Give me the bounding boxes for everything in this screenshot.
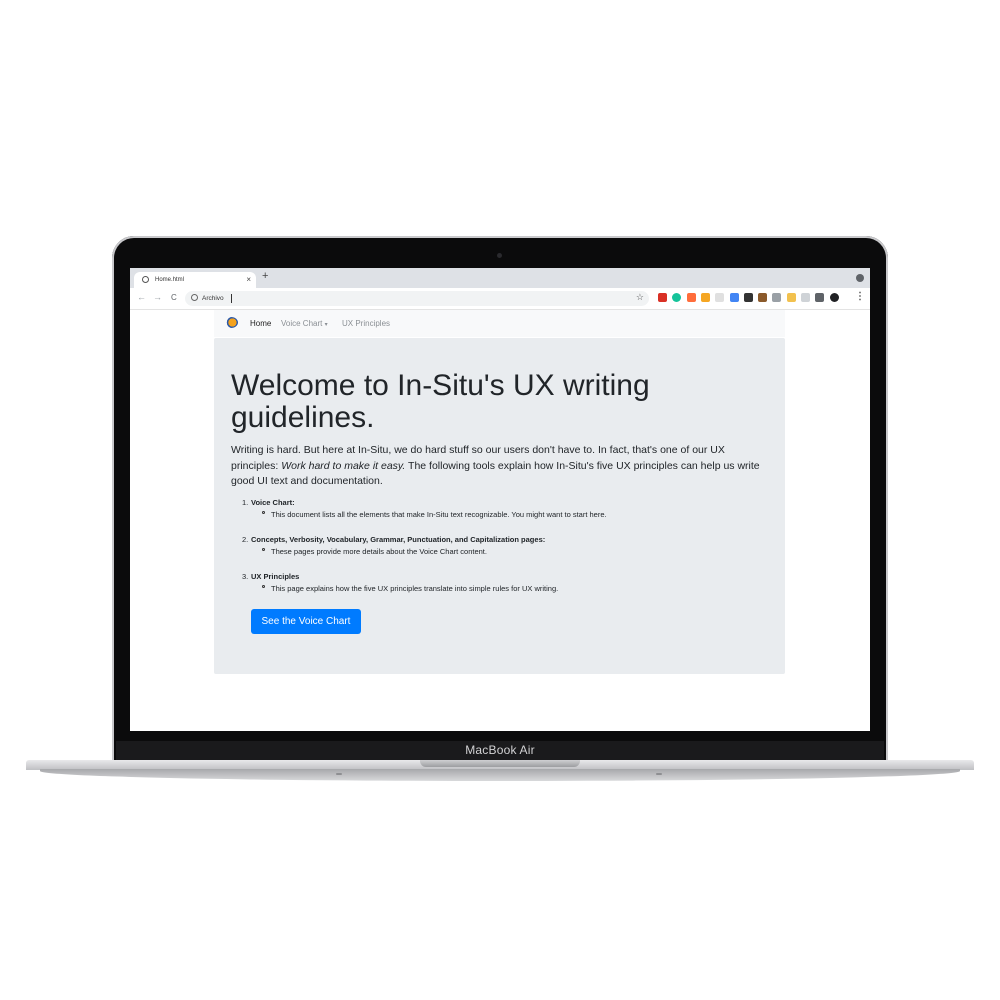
- list-number: 3.: [242, 572, 249, 581]
- address-bar[interactable]: Archivo ☆: [185, 291, 649, 306]
- nav-voice-chart[interactable]: Voice Chart ▾: [281, 319, 328, 328]
- info-icon[interactable]: [191, 294, 198, 301]
- nav-voice-chart-label: Voice Chart: [281, 319, 323, 328]
- hero-section: Welcome to In-Situ's UX writing guidelin…: [214, 338, 785, 674]
- extension-yellow-icon[interactable]: [700, 293, 710, 302]
- bullet-icon: [262, 585, 265, 588]
- grammarly-icon[interactable]: [672, 293, 682, 302]
- extension-orange-icon[interactable]: [686, 293, 696, 302]
- lid-notch: [420, 760, 580, 767]
- camera-icon: [497, 253, 502, 258]
- intro-paragraph: Writing is hard. But here at In-Situ, we…: [231, 443, 771, 490]
- extension-red-icon[interactable]: [658, 293, 667, 302]
- list-item: 3. UX Principles This page explains how …: [242, 572, 762, 609]
- web-page: Home Voice Chart ▾ UX Principles Welcome…: [130, 310, 870, 731]
- nav-home[interactable]: Home: [250, 319, 271, 328]
- camera-icon[interactable]: [772, 293, 782, 302]
- list-number: 1.: [242, 498, 249, 507]
- browser-menu-icon[interactable]: ⋮: [855, 291, 865, 302]
- list-item-description: This document lists all the elements tha…: [271, 510, 607, 519]
- see-voice-chart-button[interactable]: See the Voice Chart: [251, 609, 361, 634]
- nav-ux-principles[interactable]: UX Principles: [342, 319, 390, 328]
- text-cursor: [231, 294, 232, 303]
- forward-button[interactable]: →: [153, 292, 162, 302]
- extension-light-icon[interactable]: [801, 293, 810, 302]
- laptop-foot: [656, 773, 662, 775]
- list-item-description: These pages provide more details about t…: [271, 547, 487, 556]
- pen-icon[interactable]: [786, 293, 796, 302]
- browser-toolbar: ← → C Archivo ☆ ⋮: [130, 288, 870, 310]
- bullet-icon: [262, 511, 265, 514]
- list-item-title: Concepts, Verbosity, Vocabulary, Grammar…: [251, 535, 546, 544]
- brand-logo[interactable]: [224, 317, 238, 328]
- list-item: 1. Voice Chart: This document lists all …: [242, 498, 762, 535]
- extension-gray-icon[interactable]: [715, 293, 725, 302]
- tab-strip: Home.html × +: [130, 268, 870, 288]
- model-label: MacBook Air: [465, 743, 535, 757]
- site-navbar: Home Voice Chart ▾ UX Principles: [214, 310, 785, 337]
- extension-dark-icon[interactable]: [743, 293, 753, 302]
- bookmark-star-icon[interactable]: ☆: [636, 292, 644, 303]
- screen: Home.html × + ← → C Archivo ☆ ⋮ Home Voi…: [130, 268, 870, 731]
- laptop-foot: [336, 773, 342, 775]
- chevron-down-icon: ▾: [324, 322, 328, 328]
- intro-text-emphasis: Work hard to make it easy.: [281, 459, 406, 472]
- browser-profile-icon[interactable]: [856, 274, 864, 282]
- tab-title: Home.html: [155, 277, 185, 283]
- page-title: Welcome to In-Situ's UX writing guidelin…: [231, 369, 650, 434]
- avatar-icon[interactable]: [829, 293, 839, 302]
- browser-tab[interactable]: Home.html ×: [134, 272, 256, 288]
- bullet-icon: [262, 548, 265, 551]
- list-number: 2.: [242, 535, 249, 544]
- laptop-base-edge: [40, 769, 960, 781]
- puzzle-icon[interactable]: [815, 293, 825, 302]
- tools-list: 1. Voice Chart: This document lists all …: [242, 498, 762, 609]
- extension-brown-icon[interactable]: [758, 293, 768, 302]
- back-button[interactable]: ←: [137, 292, 146, 302]
- list-item-title: Voice Chart:: [251, 498, 295, 507]
- extension-new-icon[interactable]: [729, 293, 739, 302]
- close-tab-icon[interactable]: ×: [246, 275, 251, 284]
- address-text[interactable]: Archivo: [202, 295, 224, 302]
- list-item-title: UX Principles: [251, 572, 300, 581]
- globe-icon: [142, 276, 149, 283]
- list-item: 2. Concepts, Verbosity, Vocabulary, Gram…: [242, 535, 762, 572]
- reload-button[interactable]: C: [171, 293, 177, 302]
- list-item-description: This page explains how the five UX princ…: [271, 584, 559, 593]
- new-tab-button[interactable]: +: [262, 270, 268, 282]
